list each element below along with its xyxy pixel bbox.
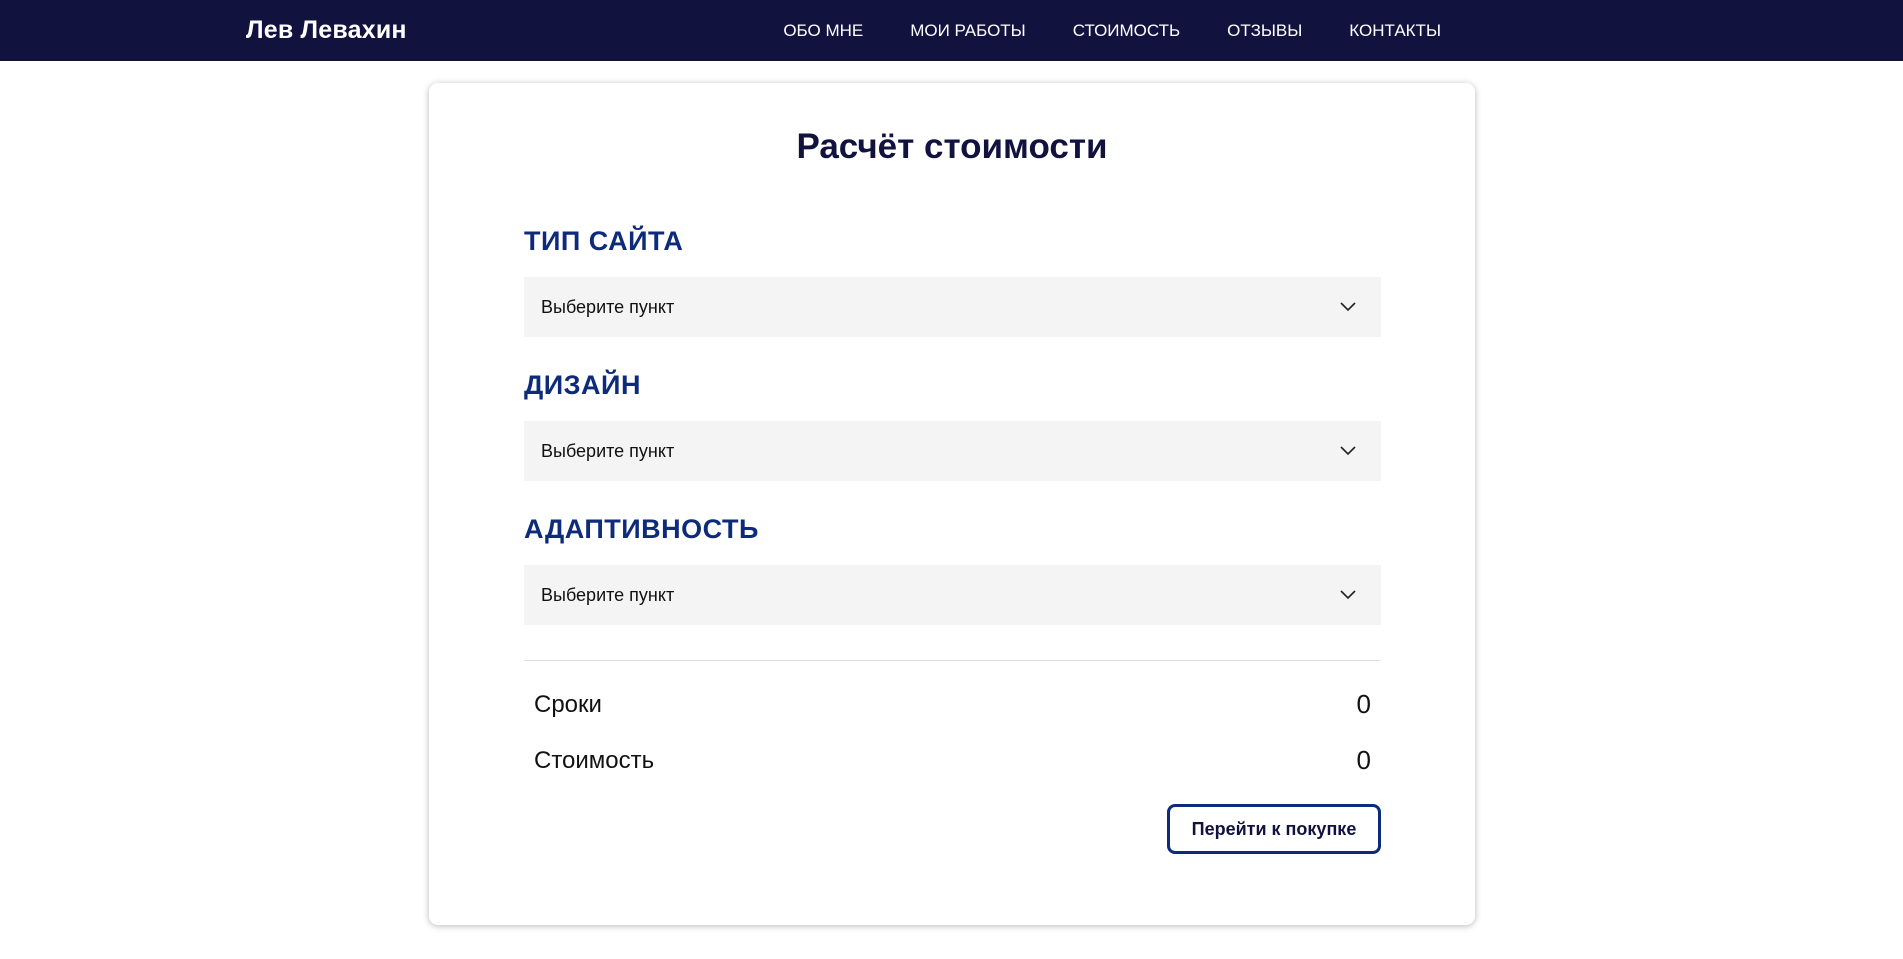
main-nav: ОБО МНЕ МОИ РАБОТЫ СТОИМОСТЬ ОТЗЫВЫ КОНТ… <box>736 0 1441 61</box>
price-row: Стоимость 0 <box>534 745 1371 776</box>
nav-price[interactable]: СТОИМОСТЬ <box>1073 21 1180 41</box>
price-label: Стоимость <box>534 746 655 774</box>
chevron-down-icon <box>1331 585 1365 605</box>
calculator-title: Расчёт стоимости <box>796 127 1108 166</box>
nav-contacts[interactable]: КОНТАКТЫ <box>1349 21 1441 41</box>
site-type-selected: Выберите пункт <box>541 296 675 317</box>
brand-name[interactable]: Лев Левахин <box>246 0 407 61</box>
design-selected: Выберите пункт <box>541 440 675 461</box>
nav-reviews[interactable]: ОТЗЫВЫ <box>1227 21 1302 41</box>
chevron-down-icon <box>1331 441 1365 461</box>
adaptivity-select[interactable]: Выберите пункт <box>524 565 1381 625</box>
price-value: 0 <box>1356 745 1371 775</box>
chevron-down-icon <box>1331 297 1365 317</box>
site-type-select[interactable]: Выберите пункт <box>524 277 1381 337</box>
site-type-label: ТИП САЙТА <box>524 226 684 256</box>
terms-label: Сроки <box>534 690 602 718</box>
nav-about[interactable]: ОБО МНЕ <box>783 21 863 41</box>
terms-value: 0 <box>1356 689 1371 719</box>
design-select[interactable]: Выберите пункт <box>524 421 1381 481</box>
top-navbar: Лев Левахин ОБО МНЕ МОИ РАБОТЫ СТОИМОСТЬ… <box>0 0 1903 61</box>
price-calculator-card: Расчёт стоимости ТИП САЙТА Выберите пунк… <box>429 83 1475 925</box>
go-to-purchase-button[interactable]: Перейти к покупке <box>1167 804 1381 854</box>
adaptivity-selected: Выберите пункт <box>541 584 675 605</box>
nav-works[interactable]: МОИ РАБОТЫ <box>910 21 1026 41</box>
adaptivity-label: АДАПТИВНОСТЬ <box>524 514 759 544</box>
design-label: ДИЗАЙН <box>524 370 641 400</box>
terms-row: Сроки 0 <box>534 689 1371 720</box>
summary-divider <box>524 660 1381 661</box>
